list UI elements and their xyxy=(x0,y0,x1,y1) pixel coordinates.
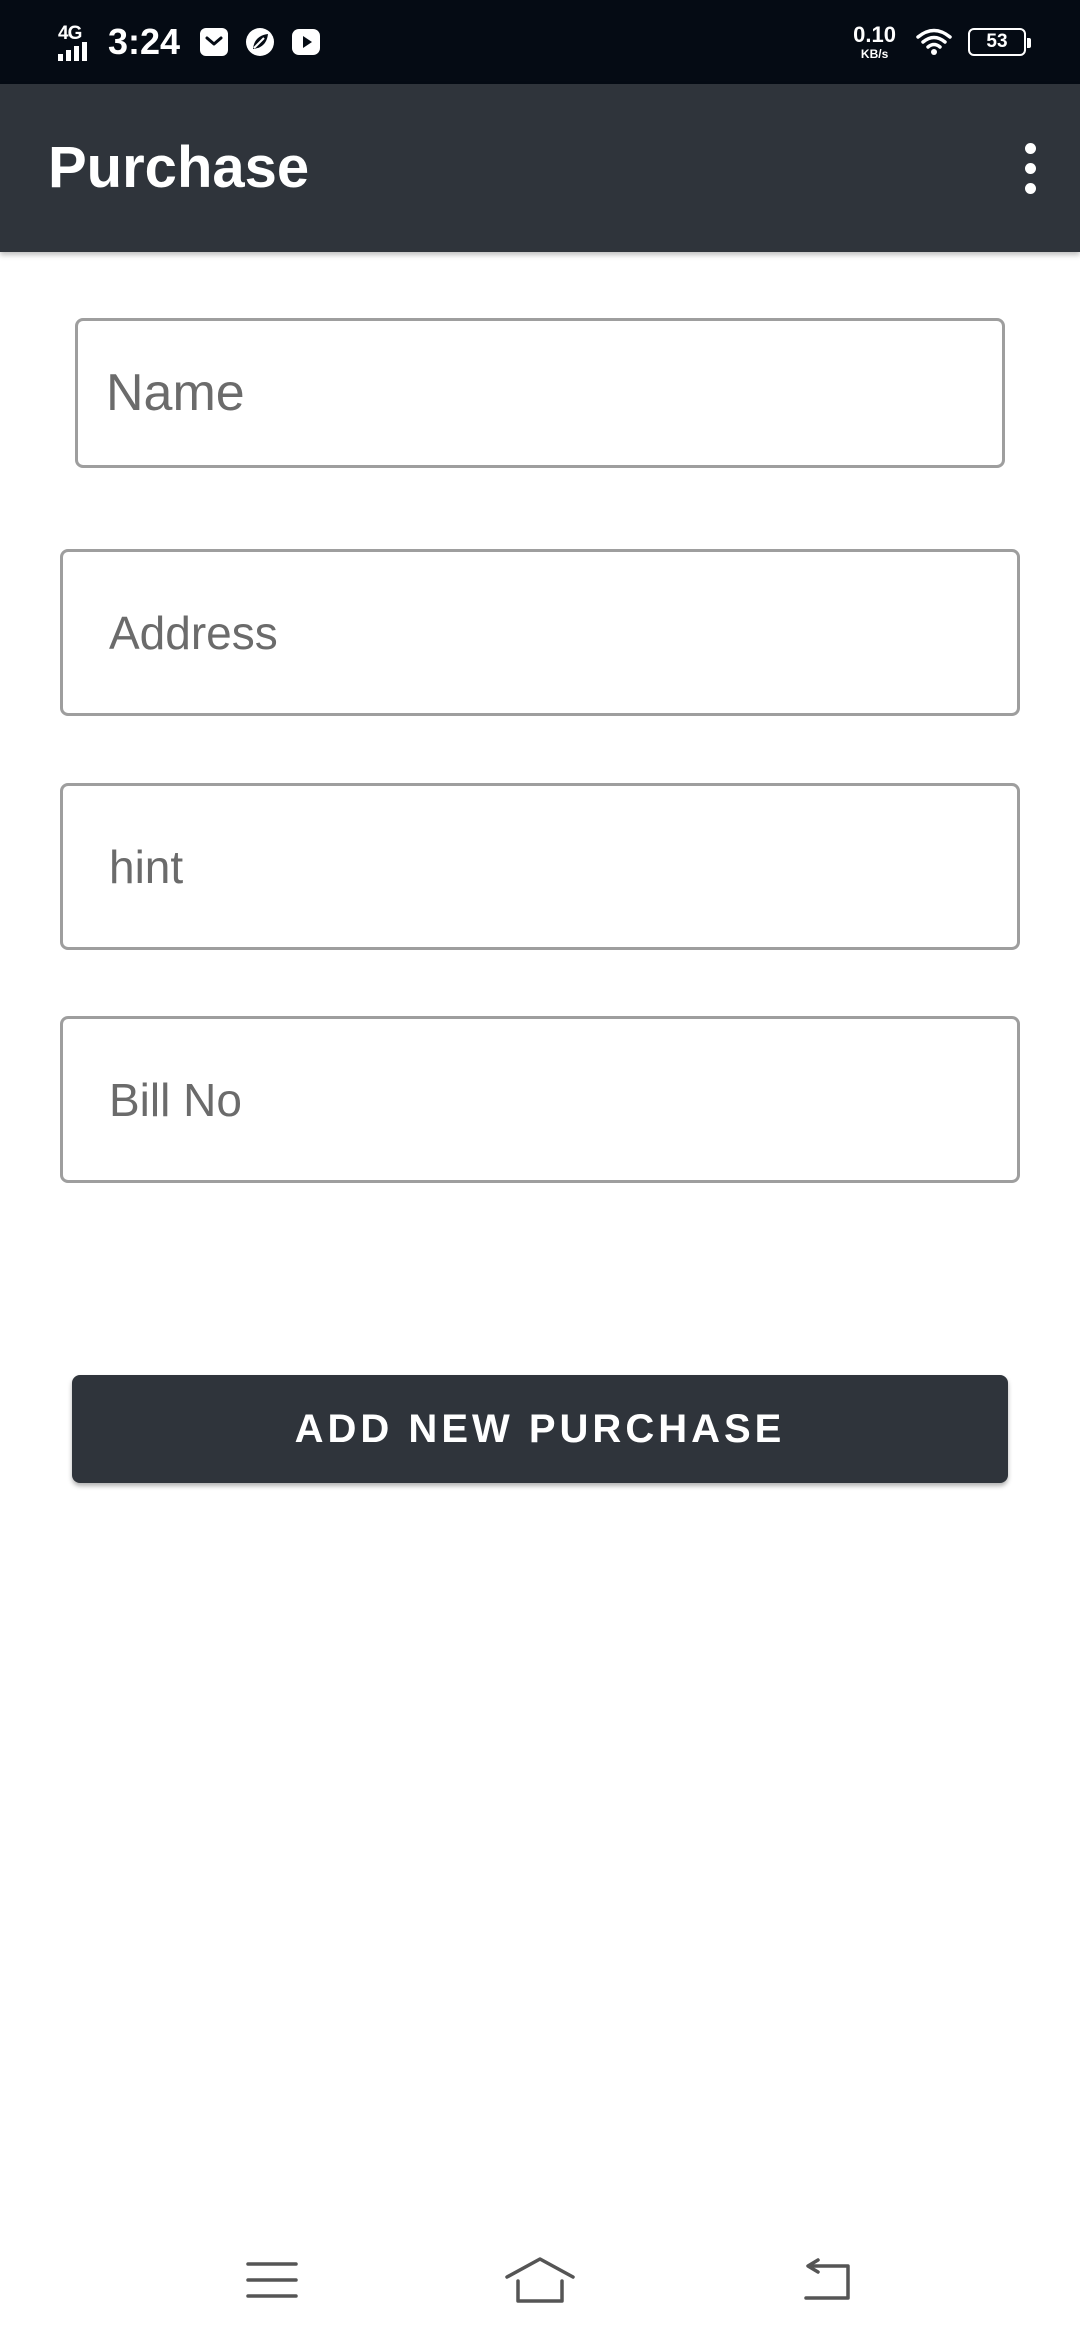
network-speed-value: 0.10 xyxy=(853,22,896,47)
more-vert-icon[interactable] xyxy=(998,126,1062,210)
status-time: 3:24 xyxy=(108,21,181,62)
status-bar-left: 4G 3:24 xyxy=(56,0,336,84)
message-notification-icon xyxy=(200,28,229,56)
bill-no-field[interactable] xyxy=(60,1016,1020,1183)
navigation-bar xyxy=(0,2220,1080,2340)
network-speed: 0.10 KB/s xyxy=(853,22,896,61)
bill-no-input[interactable] xyxy=(63,1019,1017,1180)
wifi-icon xyxy=(916,28,952,55)
battery-icon: 53 xyxy=(968,28,1031,56)
status-bar-right: 0.10 KB/s 53 xyxy=(853,0,1031,84)
address-field[interactable] xyxy=(60,549,1020,716)
status-bar: 4G 3:24 0.10 KB/s 53 xyxy=(0,0,1080,84)
address-input[interactable] xyxy=(63,552,1017,713)
youtube-notification-icon xyxy=(292,29,321,55)
hint-field[interactable] xyxy=(60,783,1020,950)
home-icon[interactable] xyxy=(500,2250,580,2310)
network-speed-unit: KB/s xyxy=(860,47,889,61)
cellular-signal-icon: 4G xyxy=(56,17,98,67)
menu-icon[interactable] xyxy=(232,2250,312,2310)
app-bar: Purchase xyxy=(0,84,1080,252)
hint-input[interactable] xyxy=(63,786,1017,947)
page-title: Purchase xyxy=(48,135,310,200)
name-field[interactable] xyxy=(75,318,1005,468)
back-icon[interactable] xyxy=(784,2250,864,2310)
add-new-purchase-button[interactable]: ADD NEW PURCHASE xyxy=(72,1375,1008,1483)
leaf-notification-icon xyxy=(246,28,275,56)
battery-level: 53 xyxy=(986,31,1008,52)
name-input[interactable] xyxy=(78,321,1002,465)
